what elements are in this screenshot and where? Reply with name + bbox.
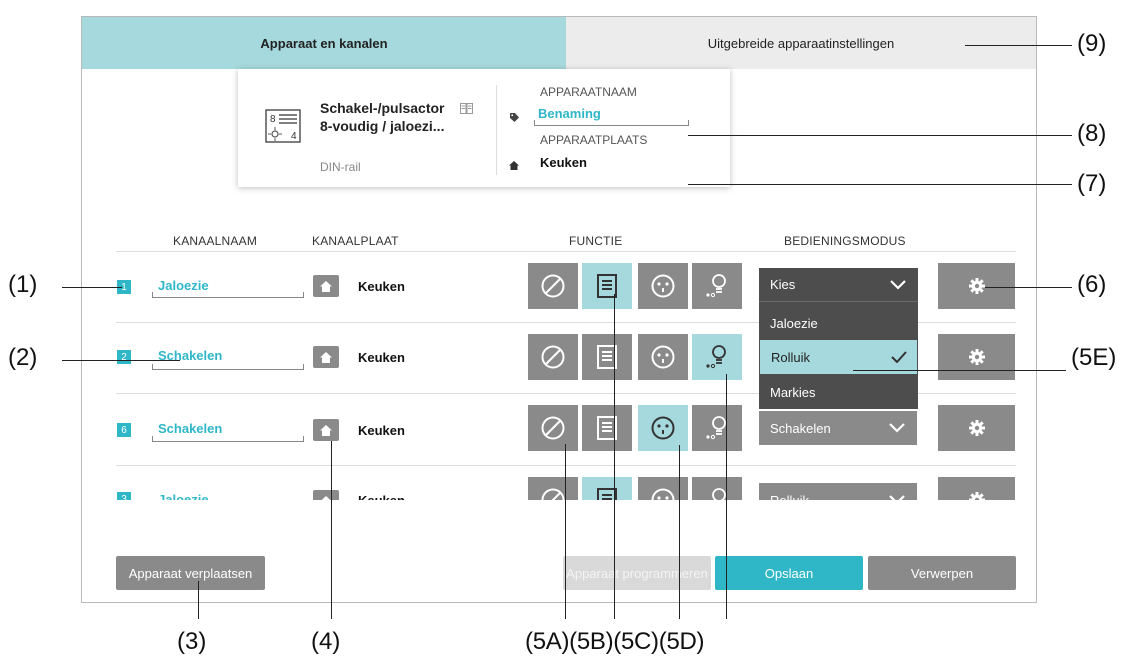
- channel-settings-button[interactable]: [938, 334, 1015, 380]
- mode-dropdown-header[interactable]: Kies: [759, 268, 918, 302]
- socket-icon: [651, 345, 675, 369]
- channel-place-button[interactable]: [313, 346, 339, 368]
- callout-4: (4): [311, 628, 341, 655]
- function-socket-button[interactable]: [638, 405, 688, 451]
- callout-5c: (5C): [613, 628, 659, 655]
- channel-name-underline: [152, 364, 304, 370]
- channel-number: 6: [117, 423, 131, 437]
- callout-6: (6): [1077, 271, 1107, 298]
- callout-7: (7): [1077, 170, 1107, 197]
- callout-line: [965, 45, 1072, 46]
- function-none-button[interactable]: [528, 405, 578, 451]
- function-light-button[interactable]: [692, 334, 742, 380]
- callout-line: [679, 445, 680, 619]
- channel-settings-button[interactable]: [938, 405, 1015, 451]
- disabled-icon: [541, 416, 565, 440]
- row-divider: [116, 465, 1016, 466]
- channel-number: 2: [117, 350, 131, 364]
- mode-dropdown-value: Schakelen: [770, 420, 831, 436]
- mode-option-label: Rolluik: [771, 349, 811, 365]
- function-blind-button[interactable]: [582, 405, 632, 451]
- channel-place: Keuken: [358, 423, 405, 438]
- callout-line: [614, 294, 615, 619]
- gear-icon: [968, 349, 985, 365]
- gear-icon: [968, 420, 985, 436]
- light-icon: [706, 274, 726, 298]
- callout-8: (8): [1077, 120, 1107, 147]
- callout-2: (2): [8, 344, 38, 371]
- function-none-button[interactable]: [528, 263, 578, 309]
- callout-line: [726, 374, 727, 619]
- chevron-down-icon: [889, 423, 905, 433]
- function-socket-button[interactable]: [638, 263, 688, 309]
- channel-place: Keuken: [358, 279, 405, 294]
- channel-settings-button[interactable]: [938, 263, 1015, 309]
- save-button[interactable]: Opslaan: [715, 556, 863, 590]
- callout-9: (9): [1077, 30, 1107, 57]
- function-light-button[interactable]: [692, 263, 742, 309]
- mode-dropdown-value: Kies: [770, 277, 796, 292]
- disabled-icon: [541, 345, 565, 369]
- callout-line: [688, 184, 1072, 185]
- chevron-down-icon: [890, 280, 906, 290]
- move-device-button[interactable]: Apparaat verplaatsen: [116, 556, 265, 590]
- home-icon: [320, 280, 332, 292]
- mode-dropdown[interactable]: Schakelen: [759, 411, 917, 445]
- function-socket-button[interactable]: [638, 334, 688, 380]
- channel-name-underline: [152, 292, 304, 298]
- callout-1: (1): [8, 271, 38, 298]
- channel-place-button[interactable]: [313, 275, 339, 297]
- callout-5e: (5E): [1071, 344, 1117, 371]
- channel-place: Keuken: [358, 350, 405, 365]
- check-icon: [891, 351, 907, 363]
- callout-3: (3): [177, 628, 207, 655]
- callout-5a: (5A): [525, 628, 570, 655]
- callout-line: [688, 135, 1072, 136]
- mode-option-jaloezie[interactable]: Jaloezie: [759, 306, 918, 340]
- callout-5d: (5D): [658, 628, 705, 655]
- socket-icon: [651, 416, 675, 440]
- mode-option-markies[interactable]: Markies: [759, 375, 918, 409]
- disabled-icon: [541, 274, 565, 298]
- channel-name-input[interactable]: Jaloezie: [158, 278, 209, 293]
- function-blind-button[interactable]: [582, 334, 632, 380]
- function-none-button[interactable]: [528, 334, 578, 380]
- callout-5b: (5B): [569, 628, 614, 655]
- callout-line: [331, 441, 332, 619]
- callout-line: [62, 360, 180, 361]
- light-icon: [706, 345, 726, 369]
- callout-5-group: (5A)(5B)(5C)(5D): [525, 628, 705, 656]
- callout-line: [565, 444, 566, 619]
- gear-icon: [968, 278, 985, 294]
- callout-line: [62, 287, 122, 288]
- home-icon: [320, 424, 332, 436]
- mode-dropdown-open[interactable]: Kies Jaloezie Rolluik Markies: [759, 268, 918, 409]
- function-light-button[interactable]: [692, 405, 742, 451]
- home-icon: [320, 351, 332, 363]
- program-device-button[interactable]: Apparaat programmeren: [563, 556, 711, 590]
- channel-name-input[interactable]: Schakelen: [158, 421, 222, 436]
- callout-line: [198, 581, 199, 619]
- socket-icon: [651, 274, 675, 298]
- callout-line: [985, 287, 1072, 288]
- channel-place-button[interactable]: [313, 419, 339, 441]
- callout-line: [853, 370, 1066, 371]
- discard-button[interactable]: Verwerpen: [868, 556, 1016, 590]
- channel-name-underline: [152, 436, 304, 442]
- mode-option-rolluik[interactable]: Rolluik: [760, 340, 917, 374]
- function-blind-button[interactable]: [582, 263, 632, 309]
